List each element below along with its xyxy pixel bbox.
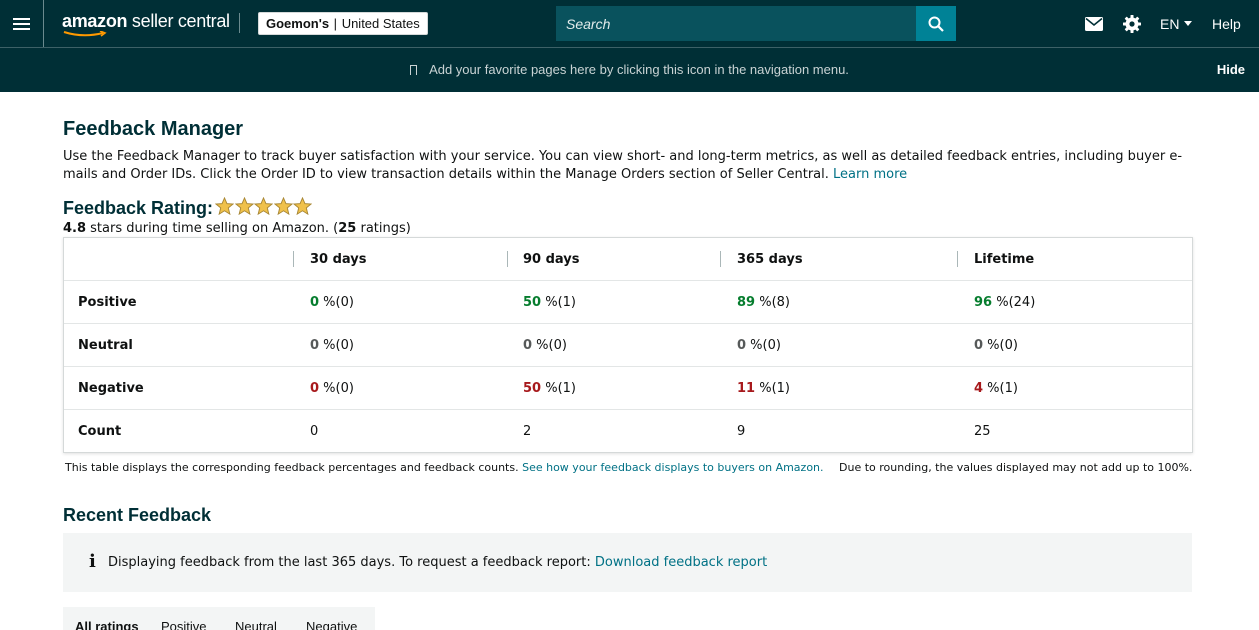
column-header: 365 days [737,252,803,267]
star-icon [273,197,293,216]
table-cell: 0 [310,424,319,439]
seller-central-logo[interactable]: amazon seller central [62,11,230,37]
language-selector[interactable]: EN [1160,0,1193,47]
table-cell: 89 %(8) [737,295,790,310]
column-divider [957,251,958,267]
column-header: 30 days [310,252,367,267]
column-divider [720,251,721,267]
header-divider [239,13,240,33]
search-bar [556,6,956,41]
amazon-smile-icon [63,31,107,37]
row-label: Count [78,424,122,439]
bookmark-icon [410,65,418,75]
table-cell: 0 %(0) [523,338,567,353]
table-cell: 25 [974,424,991,439]
rounding-note: Due to rounding, the values displayed ma… [839,461,1193,474]
page-description: Use the Feedback Manager to track buyer … [63,149,1183,182]
column-header: 90 days [523,252,580,267]
download-feedback-report-link[interactable]: Download feedback report [595,555,767,570]
caret-down-icon [1184,21,1193,26]
row-label: Neutral [78,338,133,353]
table-row-negative: Negative 0 %(0) 50 %(1) 11 %(1) 4 %(1) [64,367,1192,410]
menu-icon[interactable] [0,0,44,47]
table-cell: 0 %(0) [310,338,354,353]
learn-more-link[interactable]: Learn more [833,167,907,182]
info-icon: i [89,551,96,572]
search-icon [928,16,944,32]
table-row-count: Count 0 2 9 25 [64,410,1192,453]
top-navigation-bar: amazon seller central Goemon's | United … [0,0,1259,47]
table-cell: 50 %(1) [523,381,576,396]
column-divider [507,251,508,267]
feedback-rating-table: 30 days 90 days 365 days Lifetime Positi… [63,237,1193,453]
table-cell: 0 %(0) [737,338,781,353]
rating-filter-tabs: All ratings Positive Neutral Negative [63,607,375,630]
table-cell: 9 [737,424,746,439]
feedback-rating-title: Feedback Rating: [63,198,214,218]
tab-positive[interactable]: Positive [161,619,207,630]
star-icon [215,197,234,216]
tab-neutral[interactable]: Neutral [235,619,277,630]
mail-icon[interactable] [1084,0,1104,47]
feedback-display-link[interactable]: See how your feedback displays to buyers… [522,461,823,474]
gear-icon[interactable] [1122,0,1142,47]
tab-all-ratings[interactable]: All ratings [75,619,139,630]
rating-summary: 4.8 stars during time selling on Amazon.… [63,221,411,236]
table-cell: 4 %(1) [974,381,1018,396]
account-switcher-button[interactable]: Goemon's | United States [258,12,428,35]
table-cell: 11 %(1) [737,381,790,396]
table-cell: 96 %(24) [974,295,1036,310]
star-rating [215,197,313,216]
page-title: Feedback Manager [63,118,244,140]
star-icon [254,197,273,216]
favorites-bar: Add your favorite pages here by clicking… [0,47,1259,92]
table-cell: 0 %(0) [310,295,354,310]
table-cell: 50 %(1) [523,295,576,310]
table-cell: 0 %(0) [974,338,1018,353]
tab-negative[interactable]: Negative [306,619,357,630]
favorites-message: Add your favorite pages here by clicking… [0,62,1259,77]
star-icon [234,197,254,216]
hide-favorites-button[interactable]: Hide [1217,62,1245,77]
table-row-neutral: Neutral 0 %(0) 0 %(0) 0 %(0) 0 %(0) [64,324,1192,367]
table-row-positive: Positive 0 %(0) 50 %(1) 89 %(8) 96 %(24) [64,281,1192,324]
info-text: Displaying feedback from the last 365 da… [108,555,768,570]
row-label: Positive [78,295,137,310]
help-link[interactable]: Help [1212,0,1241,47]
row-label: Negative [78,381,144,396]
star-icon [293,197,312,216]
search-button[interactable] [916,6,956,41]
search-input[interactable] [556,6,916,41]
table-header-row: 30 days 90 days 365 days Lifetime [64,238,1192,281]
column-divider [293,251,294,267]
info-alert: i Displaying feedback from the last 365 … [63,533,1192,592]
column-header: Lifetime [974,252,1035,267]
table-cell: 2 [523,424,532,439]
table-cell: 0 %(0) [310,381,354,396]
table-footnote: This table displays the corresponding fe… [65,461,824,474]
recent-feedback-title: Recent Feedback [63,505,212,525]
